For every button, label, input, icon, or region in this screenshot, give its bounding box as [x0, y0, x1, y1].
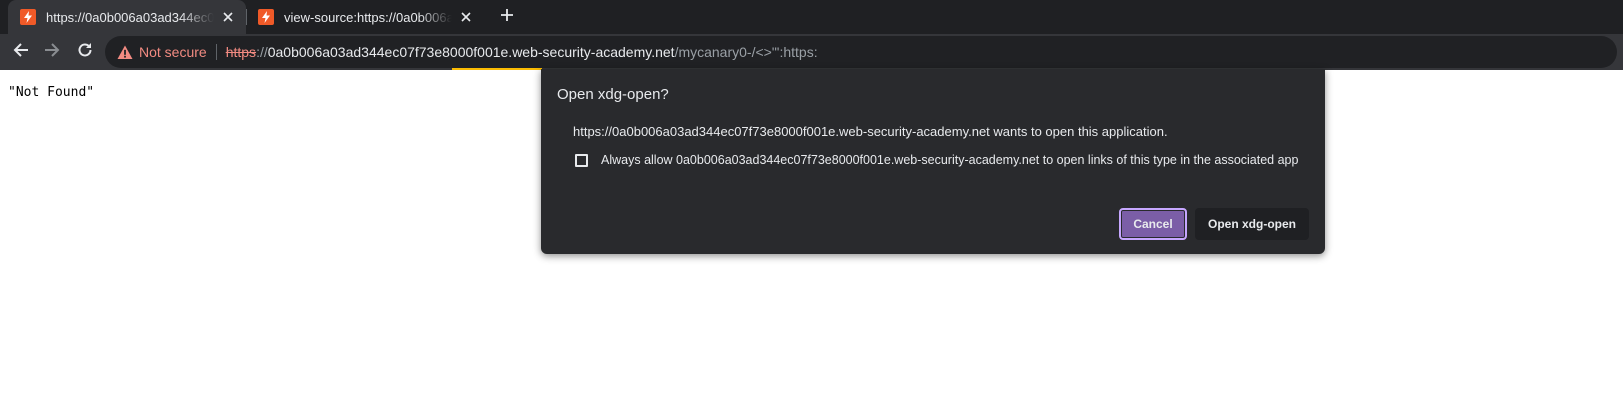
page-body-text: "Not Found" [8, 85, 95, 100]
arrow-left-icon [12, 41, 30, 64]
arrow-right-icon [43, 41, 61, 64]
always-allow-label[interactable]: Always allow 0a0b006a03ad344ec07f73e8000… [601, 153, 1298, 167]
always-allow-checkbox[interactable] [575, 153, 588, 167]
external-protocol-dialog: Open xdg-open? https://0a0b006a03ad344ec… [541, 69, 1325, 254]
dialog-title: Open xdg-open? [557, 86, 669, 103]
url-path: /mycanary0-/<>"':https: [674, 44, 818, 60]
cancel-button[interactable]: Cancel [1119, 208, 1187, 240]
toolbar: Not secure https://0a0b006a03ad344ec07f7… [0, 34, 1623, 70]
lightning-bolt-icon [258, 9, 274, 25]
omnibox-separator [215, 44, 217, 60]
close-icon[interactable] [458, 9, 474, 25]
dialog-message: https://0a0b006a03ad344ec07f73e8000f001e… [573, 124, 1168, 139]
reload-button[interactable] [71, 38, 99, 66]
tab-active[interactable]: https://0a0b006a03ad344ec07f73e8000f001e… [8, 0, 246, 34]
close-icon[interactable] [220, 9, 236, 25]
address-bar[interactable]: Not secure https://0a0b006a03ad344ec07f7… [105, 36, 1617, 68]
open-xdg-open-button[interactable]: Open xdg-open [1195, 208, 1309, 240]
not-secure-label[interactable]: Not secure [139, 44, 207, 60]
lightning-bolt-icon [20, 9, 36, 25]
url-text[interactable]: https://0a0b006a03ad344ec07f73e8000f001e… [226, 44, 818, 60]
always-allow-row[interactable]: Always allow 0a0b006a03ad344ec07f73e8000… [575, 153, 1298, 167]
url-separator: :// [256, 44, 268, 60]
tab-view-source[interactable]: view-source:https://0a0b006a03ad344ec07f… [246, 0, 484, 34]
tab-strip: https://0a0b006a03ad344ec07f73e8000f001e… [0, 0, 1623, 34]
back-button[interactable] [7, 38, 35, 66]
url-scheme: https [225, 44, 257, 60]
tab-title: https://0a0b006a03ad344ec07f73e8000f001e… [46, 9, 214, 25]
forward-button[interactable] [38, 38, 66, 66]
reload-icon [76, 41, 94, 64]
tab-title: view-source:https://0a0b006a03ad344ec07f… [284, 9, 452, 25]
warning-triangle-icon[interactable] [117, 44, 133, 60]
url-host: 0a0b006a03ad344ec07f73e8000f001e.web-sec… [267, 44, 675, 60]
plus-icon [500, 8, 514, 27]
new-tab-button[interactable] [495, 5, 519, 29]
